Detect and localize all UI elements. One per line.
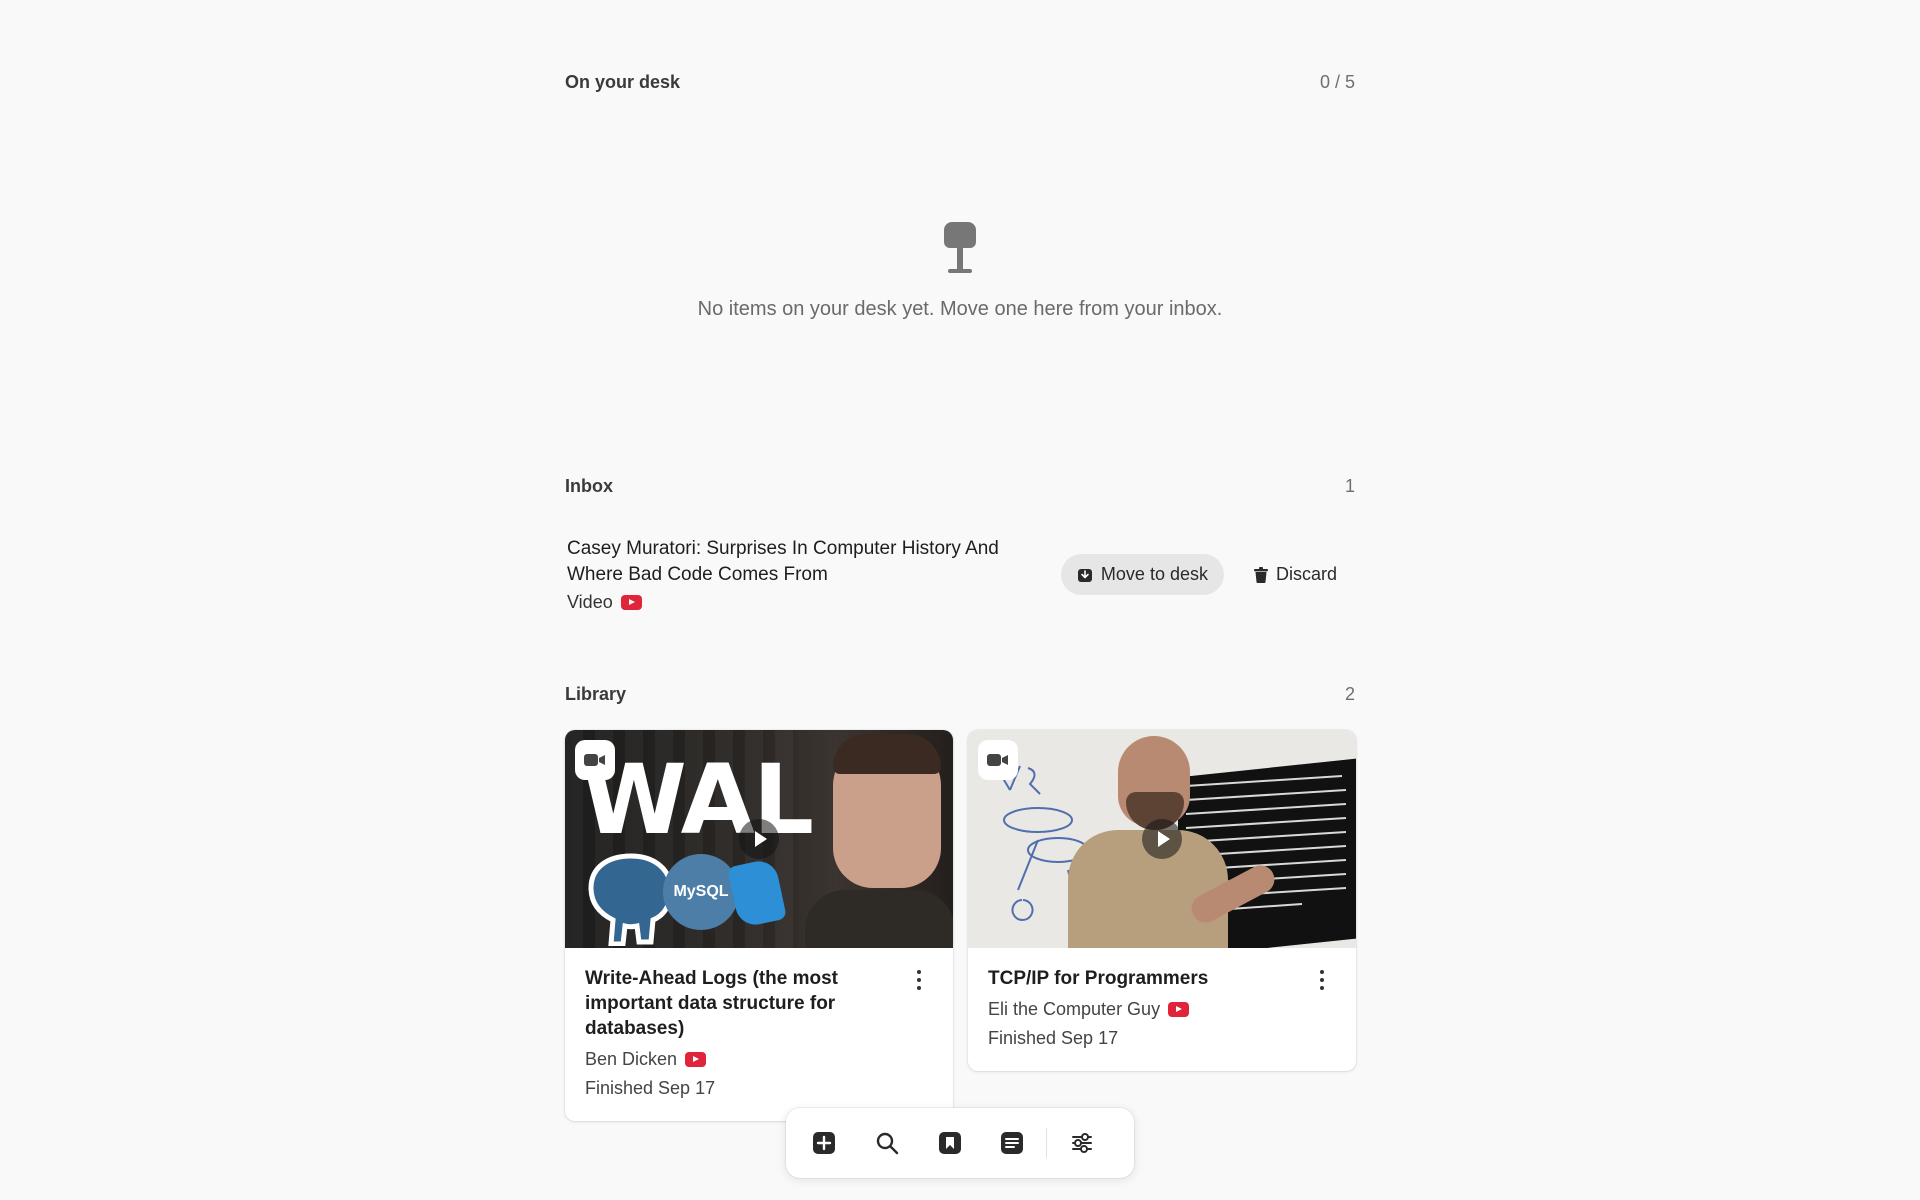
card-author: Eli the Computer Guy xyxy=(988,999,1336,1020)
card-author-name: Ben Dicken xyxy=(585,1049,678,1069)
sliders-icon[interactable] xyxy=(1057,1117,1106,1169)
inbox-item-actions: Move to desk Discard xyxy=(1060,554,1353,595)
card-title[interactable]: TCP/IP for Programmers xyxy=(988,966,1258,991)
thumbnail-person-shirt xyxy=(805,890,953,948)
card-title[interactable]: Write-Ahead Logs (the most important dat… xyxy=(585,966,855,1041)
discard-button[interactable]: Discard xyxy=(1238,554,1353,595)
add-icon[interactable] xyxy=(800,1117,849,1169)
mysql-logo: MySQL xyxy=(663,854,739,930)
card-author: Ben Dicken xyxy=(585,1049,933,1070)
card-status: Finished Sep 17 xyxy=(988,1028,1119,1048)
thumbnail-person-hair xyxy=(833,734,941,774)
move-to-desk-button[interactable]: Move to desk xyxy=(1060,554,1224,595)
notes-icon[interactable] xyxy=(988,1117,1037,1169)
library-section-header: Library 2 xyxy=(565,684,1355,705)
library-count: 2 xyxy=(1344,684,1355,704)
search-icon[interactable] xyxy=(863,1117,912,1169)
youtube-icon xyxy=(620,595,642,610)
inbox-item-title[interactable]: Casey Muratori: Surprises In Computer Hi… xyxy=(567,536,1047,588)
inbox-item[interactable]: Casey Muratori: Surprises In Computer Hi… xyxy=(567,536,1353,613)
discard-label: Discard xyxy=(1275,564,1337,584)
library-section-title: Library xyxy=(565,684,627,704)
video-badge xyxy=(575,740,615,780)
inbox-item-meta: Video xyxy=(567,592,1047,613)
move-to-desk-icon xyxy=(1077,568,1092,582)
play-icon[interactable] xyxy=(739,819,779,859)
video-thumbnail[interactable]: WAL MySQL xyxy=(565,730,953,948)
trash-icon xyxy=(1253,566,1268,583)
more-options-icon[interactable] xyxy=(911,970,927,990)
library-card[interactable]: TCP/IP for Programmers Eli the Computer … xyxy=(968,730,1356,1071)
inbox-count: 1 xyxy=(1344,476,1355,496)
mysql-logo-text: MySQL xyxy=(673,883,729,900)
play-icon[interactable] xyxy=(1142,819,1182,859)
youtube-icon xyxy=(685,1052,707,1067)
desk-lamp-icon xyxy=(944,222,976,273)
card-body: Write-Ahead Logs (the most important dat… xyxy=(565,948,953,1121)
toolbar-divider xyxy=(1046,1128,1048,1158)
desk-count: 0 / 5 xyxy=(1319,72,1355,92)
more-options-icon[interactable] xyxy=(1314,970,1330,990)
inbox-item-type: Video xyxy=(567,592,613,612)
card-body: TCP/IP for Programmers Eli the Computer … xyxy=(968,948,1356,1071)
bookmark-icon[interactable] xyxy=(925,1117,974,1169)
card-author-name: Eli the Computer Guy xyxy=(988,999,1161,1019)
desk-section-title: On your desk xyxy=(565,72,681,92)
move-to-desk-label: Move to desk xyxy=(1100,564,1208,584)
bottom-toolbar xyxy=(786,1108,1134,1178)
video-camera-icon xyxy=(584,754,605,766)
inbox-section-title: Inbox xyxy=(565,476,613,496)
video-badge xyxy=(978,740,1018,780)
video-thumbnail[interactable] xyxy=(968,730,1356,948)
inbox-item-text: Casey Muratori: Surprises In Computer Hi… xyxy=(567,536,1047,613)
library-card[interactable]: WAL MySQL Write-Ahead Logs (the most imp… xyxy=(565,730,953,1121)
inbox-section-header: Inbox 1 xyxy=(565,476,1355,497)
video-camera-icon xyxy=(987,754,1008,766)
desk-empty-state: No items on your desk yet. Move one here… xyxy=(565,220,1355,321)
desk-empty-message: No items on your desk yet. Move one here… xyxy=(697,298,1223,320)
card-status: Finished Sep 17 xyxy=(585,1078,716,1098)
desk-section-header: On your desk 0 / 5 xyxy=(565,72,1355,93)
youtube-icon xyxy=(1168,1002,1190,1017)
